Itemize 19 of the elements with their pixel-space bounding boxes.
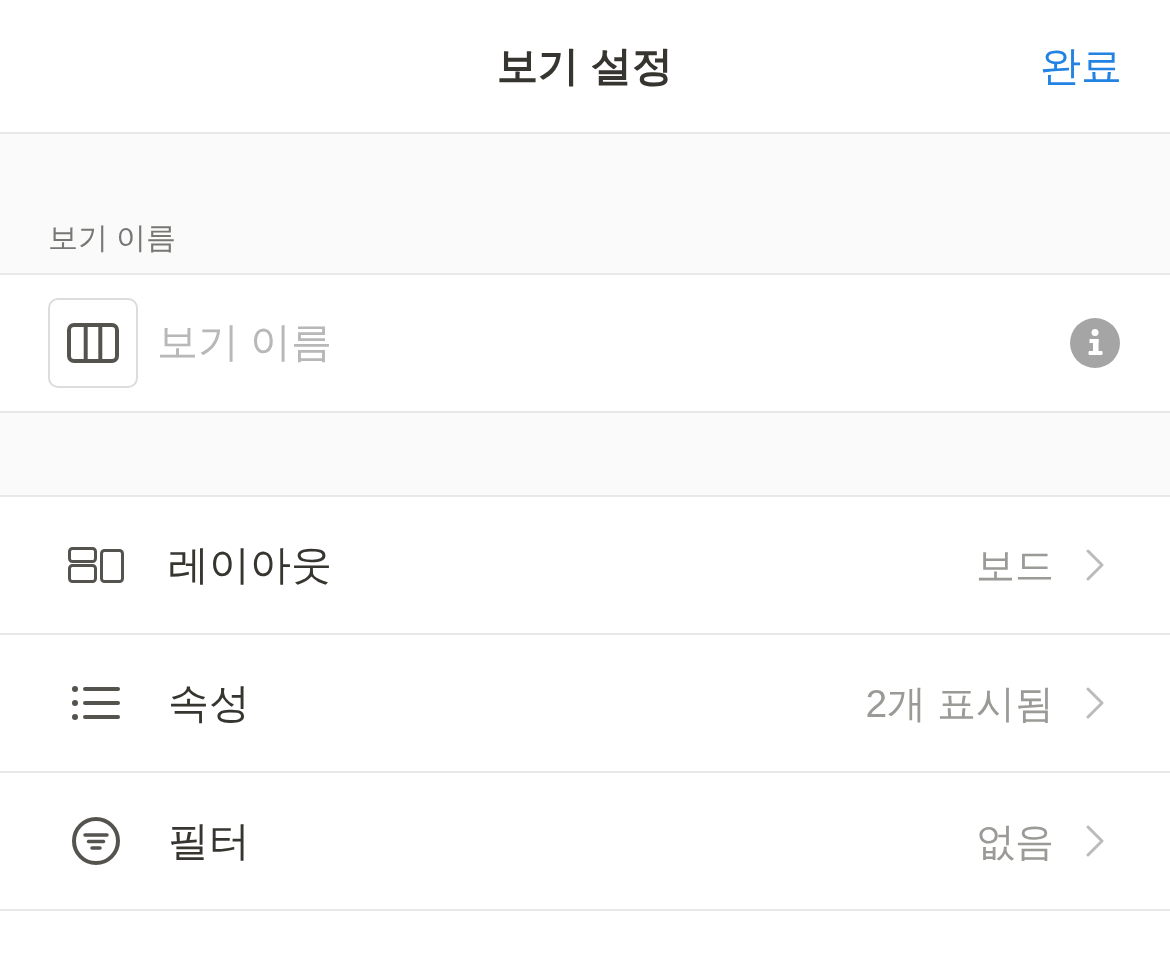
setting-label: 레이아웃 — [168, 544, 332, 586]
setting-label: 속성 — [168, 682, 250, 724]
setting-value: 보드 — [976, 545, 1054, 585]
layout-icon — [68, 547, 124, 583]
chevron-icon — [1086, 687, 1104, 719]
chevron-icon — [1086, 825, 1104, 857]
done-button[interactable]: 완료 — [1040, 45, 1122, 87]
filter-icon — [72, 817, 120, 865]
chevron-icon — [1086, 549, 1104, 581]
setting-value: 2개 표시됨 — [865, 683, 1054, 723]
section-label: 보기 이름 — [48, 223, 177, 253]
view-icon-button[interactable] — [48, 298, 138, 388]
info-icon — [1070, 318, 1120, 368]
window-title: 보기 설정 — [497, 45, 673, 87]
name-input[interactable]: 보기 이름 — [157, 313, 1070, 373]
list-icon — [72, 685, 120, 721]
columns-icon — [67, 323, 119, 363]
setting-label: 필터 — [168, 820, 250, 862]
setting-value: 없음 — [976, 821, 1054, 861]
